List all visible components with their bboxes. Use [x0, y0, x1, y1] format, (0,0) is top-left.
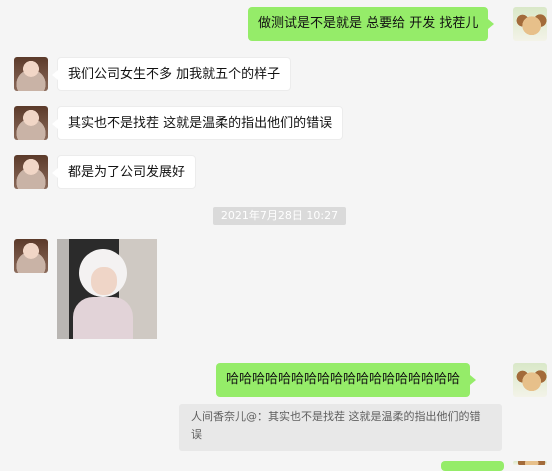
message-bubble-left-2[interactable]: 其实也不是找茬 这就是温柔的指出他们的错误: [51, 106, 344, 140]
message-bubble-right-1[interactable]: 做测试是不是就是 总要给 开发 找茬儿: [248, 7, 495, 41]
quoted-message[interactable]: 人间香奈儿@：其实也不是找茬 这就是温柔的指出他们的错误: [179, 404, 502, 451]
contact-avatar[interactable]: [14, 155, 48, 189]
timestamp: 2021年7月28日 10:27: [213, 207, 346, 225]
my-avatar[interactable]: [513, 363, 547, 397]
my-avatar[interactable]: [513, 7, 547, 41]
message-bubble-left-3[interactable]: 都是为了公司发展好: [51, 155, 197, 189]
photo-body: [73, 297, 133, 339]
contact-avatar[interactable]: [14, 57, 48, 91]
my-avatar-partial[interactable]: [513, 461, 547, 465]
image-message[interactable]: [57, 239, 157, 339]
partial-message-bubble[interactable]: [441, 461, 504, 471]
message-bubble-left-1[interactable]: 我们公司女生不多 加我就五个的样子: [51, 57, 292, 91]
contact-avatar[interactable]: [14, 106, 48, 140]
photo-face: [91, 267, 117, 295]
contact-avatar[interactable]: [14, 239, 48, 273]
message-bubble-right-2[interactable]: 哈哈哈哈哈哈哈哈哈哈哈哈哈哈哈哈哈哈: [216, 363, 477, 397]
